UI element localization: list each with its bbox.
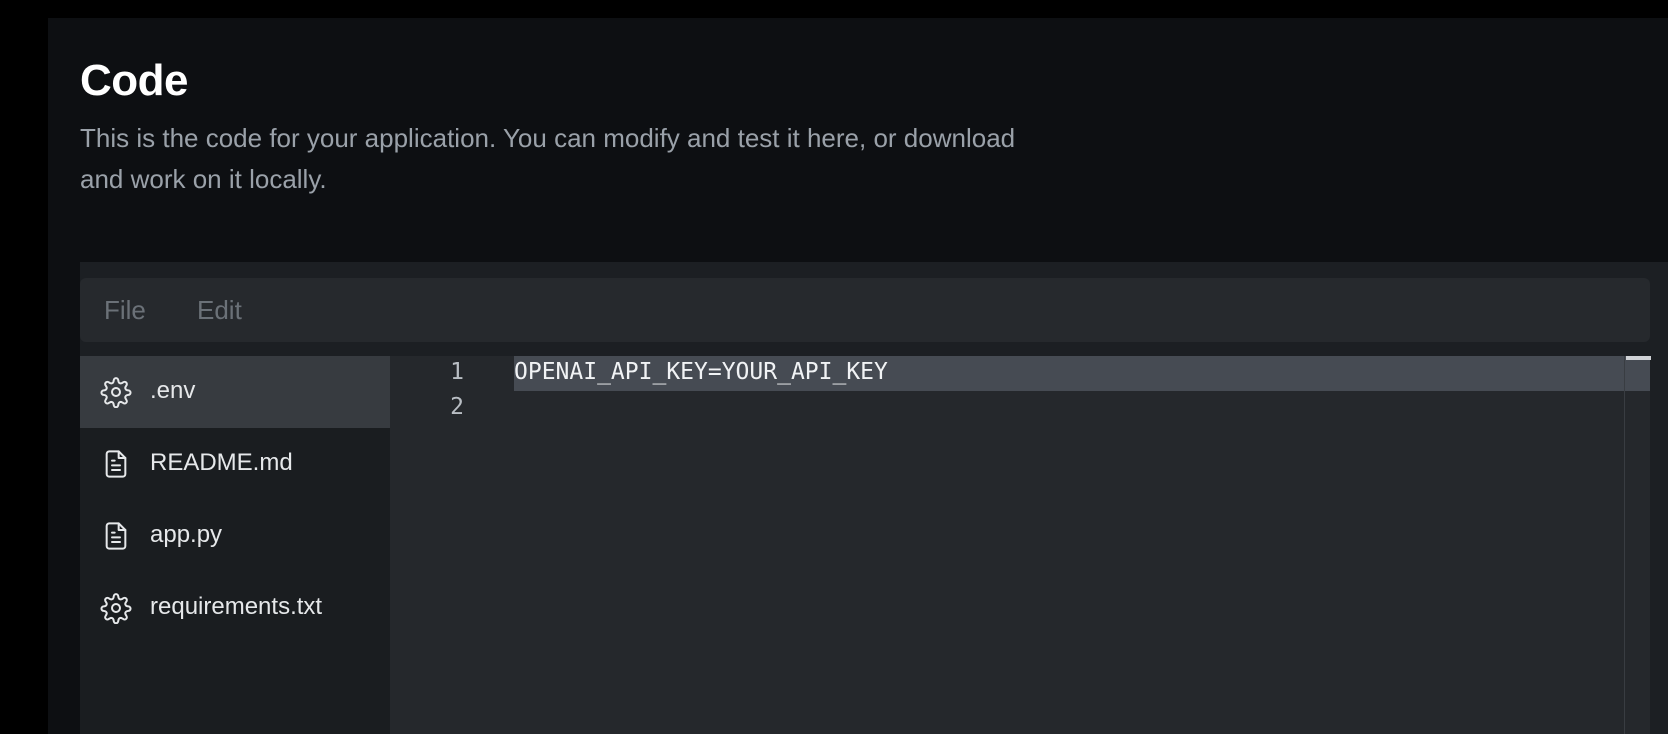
file-name: .env xyxy=(150,377,196,404)
gear-icon xyxy=(100,376,132,408)
editor-menubar: File Edit xyxy=(80,278,1650,342)
line-number: 1 xyxy=(450,359,464,385)
file-name: app.py xyxy=(150,521,223,548)
file-explorer: .env README.md app.py requirements.txt xyxy=(80,356,390,734)
file-item-env[interactable]: .env xyxy=(80,356,390,428)
code-line: 2 xyxy=(390,391,1650,426)
file-item-app-py[interactable]: app.py xyxy=(80,500,390,572)
edit-menu[interactable]: Edit xyxy=(197,295,242,326)
gear-icon xyxy=(100,592,132,624)
line-number: 2 xyxy=(450,394,464,420)
vertical-scrollbar[interactable] xyxy=(1624,356,1651,734)
file-menu[interactable]: File xyxy=(104,295,146,326)
line-content[interactable]: OPENAI_API_KEY=YOUR_API_KEY xyxy=(514,356,888,391)
file-name: requirements.txt xyxy=(150,593,323,620)
code-line: 1 OPENAI_API_KEY=YOUR_API_KEY xyxy=(390,356,1650,391)
code-editor: File Edit .env README.md app.py requirem… xyxy=(80,262,1668,734)
file-item-readme[interactable]: README.md xyxy=(80,428,390,500)
file-text-icon xyxy=(100,520,132,552)
code-panel: Code This is the code for your applicati… xyxy=(48,18,1668,734)
file-text-icon xyxy=(100,448,132,480)
page-description: This is the code for your application. Y… xyxy=(80,123,1016,194)
page-title: Code xyxy=(80,56,189,105)
file-item-requirements[interactable]: requirements.txt xyxy=(80,572,390,644)
code-text-area[interactable]: 1 OPENAI_API_KEY=YOUR_API_KEY 2 xyxy=(390,356,1651,734)
scrollbar-thumb[interactable] xyxy=(1626,356,1651,360)
file-name: README.md xyxy=(150,449,293,476)
